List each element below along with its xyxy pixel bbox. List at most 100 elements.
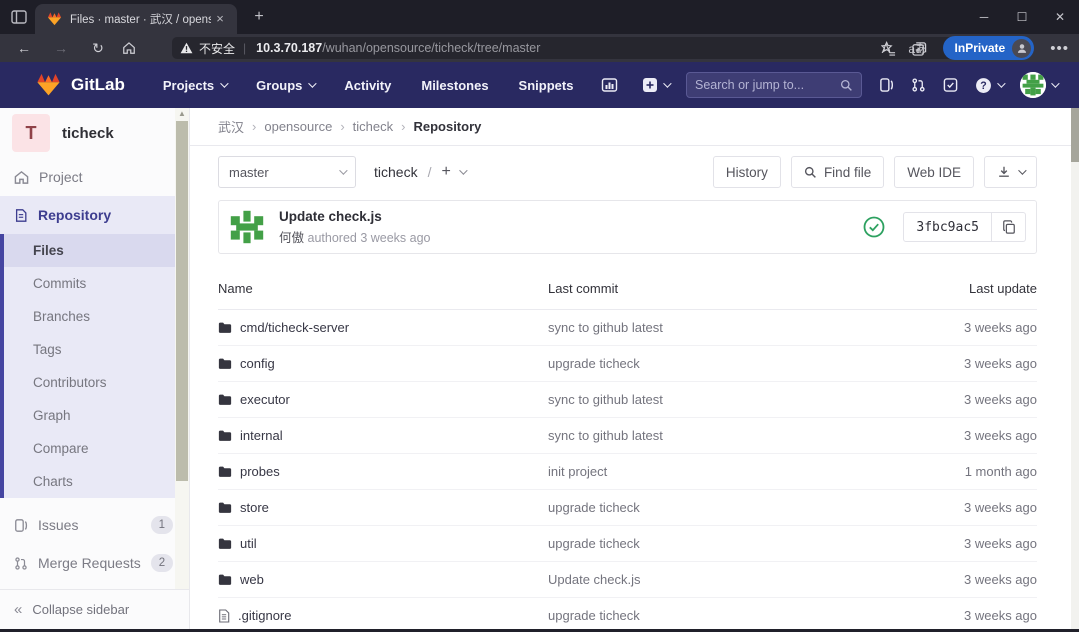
breadcrumb-link[interactable]: opensource bbox=[264, 119, 332, 134]
issues-count-badge: 1 bbox=[151, 516, 173, 534]
navbar-menu-item[interactable]: Activity bbox=[344, 78, 391, 93]
table-row[interactable]: config upgrade ticheck 3 weeks ago bbox=[218, 346, 1037, 382]
table-row[interactable]: .gitignore upgrade ticheck 3 weeks ago bbox=[218, 598, 1037, 632]
add-file-dropdown[interactable]: + bbox=[441, 163, 464, 181]
commit-message-link[interactable]: sync to github latest bbox=[548, 428, 663, 443]
browser-menu-icon[interactable]: ••• bbox=[1050, 40, 1069, 57]
sidebar-item-project[interactable]: Project bbox=[0, 158, 189, 196]
sidebar-subitem[interactable]: Compare bbox=[4, 432, 176, 465]
file-name-link[interactable]: util bbox=[240, 536, 257, 551]
table-row[interactable]: web Update check.js 3 weeks ago bbox=[218, 562, 1037, 598]
sidebar-subitem[interactable]: Tags bbox=[4, 333, 176, 366]
tab-actions-icon[interactable] bbox=[8, 7, 30, 27]
table-row[interactable]: store upgrade ticheck 3 weeks ago bbox=[218, 490, 1037, 526]
navbar-menu-item[interactable]: Milestones bbox=[421, 78, 488, 93]
collapse-sidebar-button[interactable]: « Collapse sidebar bbox=[0, 589, 189, 629]
sidebar-scrollbar-thumb[interactable] bbox=[176, 121, 188, 481]
search-input[interactable] bbox=[695, 78, 840, 92]
refresh-button[interactable]: ↻ bbox=[85, 40, 111, 57]
help-menu-icon[interactable]: ? bbox=[975, 77, 1003, 94]
navbar-menu-item[interactable]: Groups bbox=[256, 78, 314, 93]
commit-author-identicon[interactable] bbox=[229, 209, 265, 245]
chevron-down-icon bbox=[220, 79, 228, 87]
new-tab-button[interactable]: + bbox=[249, 9, 269, 27]
user-avatar-menu[interactable] bbox=[1020, 72, 1057, 98]
favorites-icon[interactable] bbox=[881, 41, 896, 56]
home-button[interactable] bbox=[122, 41, 148, 55]
maximize-button[interactable]: ☐ bbox=[1003, 0, 1041, 34]
sidebar-subitem[interactable]: Contributors bbox=[4, 366, 176, 399]
commit-message-link[interactable]: upgrade ticheck bbox=[548, 608, 640, 623]
file-name-link[interactable]: config bbox=[240, 356, 275, 371]
commit-message-link[interactable]: init project bbox=[548, 464, 607, 479]
download-source-button[interactable] bbox=[984, 156, 1037, 188]
table-row[interactable]: internal sync to github latest 3 weeks a… bbox=[218, 418, 1037, 454]
sidebar-item-issues[interactable]: Issues 1 bbox=[0, 506, 189, 544]
file-name-link[interactable]: store bbox=[240, 500, 269, 515]
pipeline-status-icon[interactable] bbox=[863, 216, 885, 238]
file-name-link[interactable]: internal bbox=[240, 428, 283, 443]
commit-message-link[interactable]: upgrade ticheck bbox=[548, 500, 640, 515]
inprivate-badge[interactable]: InPrivate bbox=[943, 36, 1035, 60]
path-project-link[interactable]: ticheck bbox=[374, 164, 418, 180]
table-row[interactable]: cmd/ticheck-server sync to github latest… bbox=[218, 310, 1037, 346]
address-bar[interactable]: 不安全 | 10.3.70.187 /wuhan/opensource/tich… bbox=[172, 37, 967, 59]
sidebar-subitem[interactable]: Charts bbox=[4, 465, 176, 498]
commit-message-link[interactable]: upgrade ticheck bbox=[548, 356, 640, 371]
sidebar-subitem[interactable]: Commits bbox=[4, 267, 176, 300]
instance-statistics-icon[interactable] bbox=[601, 77, 618, 93]
commit-message-link[interactable]: upgrade ticheck bbox=[548, 536, 640, 551]
forward-button[interactable]: → bbox=[48, 40, 74, 56]
merge-requests-nav-icon[interactable] bbox=[911, 77, 926, 93]
browser-tab[interactable]: Files · master · 武汉 / opensourc × bbox=[35, 4, 237, 34]
file-name-link[interactable]: probes bbox=[240, 464, 280, 479]
insecure-label[interactable]: 不安全 bbox=[199, 40, 235, 57]
commit-author[interactable]: 何傲 bbox=[279, 231, 304, 245]
last-update-time: 3 weeks ago bbox=[887, 536, 1037, 551]
commit-message-link[interactable]: Update check.js bbox=[548, 572, 641, 587]
project-header[interactable]: T ticheck bbox=[0, 108, 189, 158]
minimize-button[interactable]: ─ bbox=[965, 0, 1003, 34]
gitlab-logo[interactable]: GitLab bbox=[36, 73, 125, 97]
back-button[interactable]: ← bbox=[11, 40, 37, 56]
page-scrollbar-thumb[interactable] bbox=[1071, 108, 1079, 162]
sidebar-subitem[interactable]: Branches bbox=[4, 300, 176, 333]
collections-icon[interactable] bbox=[912, 41, 927, 56]
breadcrumb-link[interactable]: 武汉 bbox=[218, 117, 244, 136]
table-row[interactable]: probes init project 1 month ago bbox=[218, 454, 1037, 490]
navbar-menu-item[interactable]: Projects bbox=[163, 78, 226, 93]
commit-message-link[interactable]: sync to github latest bbox=[548, 320, 663, 335]
sidebar-subitem[interactable]: Graph bbox=[4, 399, 176, 432]
table-row[interactable]: executor sync to github latest 3 weeks a… bbox=[218, 382, 1037, 418]
sidebar-scrollbar[interactable]: ▲ bbox=[175, 108, 189, 589]
chevron-down-icon bbox=[1051, 79, 1059, 87]
svg-text:?: ? bbox=[980, 80, 986, 92]
breadcrumb-separator: › bbox=[340, 119, 344, 134]
commit-message-link[interactable]: Update check.js bbox=[279, 209, 431, 224]
web-ide-button[interactable]: Web IDE bbox=[894, 156, 974, 188]
commit-message-link[interactable]: sync to github latest bbox=[548, 392, 663, 407]
new-menu-button[interactable] bbox=[642, 77, 669, 93]
close-window-button[interactable]: ✕ bbox=[1041, 0, 1079, 34]
todos-nav-icon[interactable] bbox=[943, 77, 958, 93]
find-file-button[interactable]: Find file bbox=[791, 156, 884, 188]
tab-close-icon[interactable]: × bbox=[211, 10, 229, 28]
file-name-link[interactable]: cmd/ticheck-server bbox=[240, 320, 349, 335]
branch-selector[interactable]: master bbox=[218, 156, 356, 188]
file-name-link[interactable]: executor bbox=[240, 392, 290, 407]
copy-sha-button[interactable] bbox=[992, 212, 1026, 242]
sidebar-subitem[interactable]: Files bbox=[4, 234, 176, 267]
file-name-link[interactable]: .gitignore bbox=[238, 608, 291, 623]
sidebar-item-repository[interactable]: Repository bbox=[0, 196, 176, 234]
file-name-link[interactable]: web bbox=[240, 572, 264, 587]
history-button[interactable]: History bbox=[713, 156, 781, 188]
navbar-menu-item[interactable]: Snippets bbox=[519, 78, 574, 93]
page-scrollbar[interactable] bbox=[1071, 108, 1079, 629]
commit-sha[interactable]: 3fbc9ac5 bbox=[903, 212, 992, 242]
scrollbar-up-arrow[interactable]: ▲ bbox=[175, 108, 189, 120]
table-row[interactable]: util upgrade ticheck 3 weeks ago bbox=[218, 526, 1037, 562]
sidebar-item-merge-requests[interactable]: Merge Requests 2 bbox=[0, 544, 189, 582]
breadcrumb-link[interactable]: ticheck bbox=[353, 119, 393, 134]
issues-nav-icon[interactable] bbox=[879, 77, 894, 93]
global-search-box[interactable] bbox=[686, 72, 862, 98]
